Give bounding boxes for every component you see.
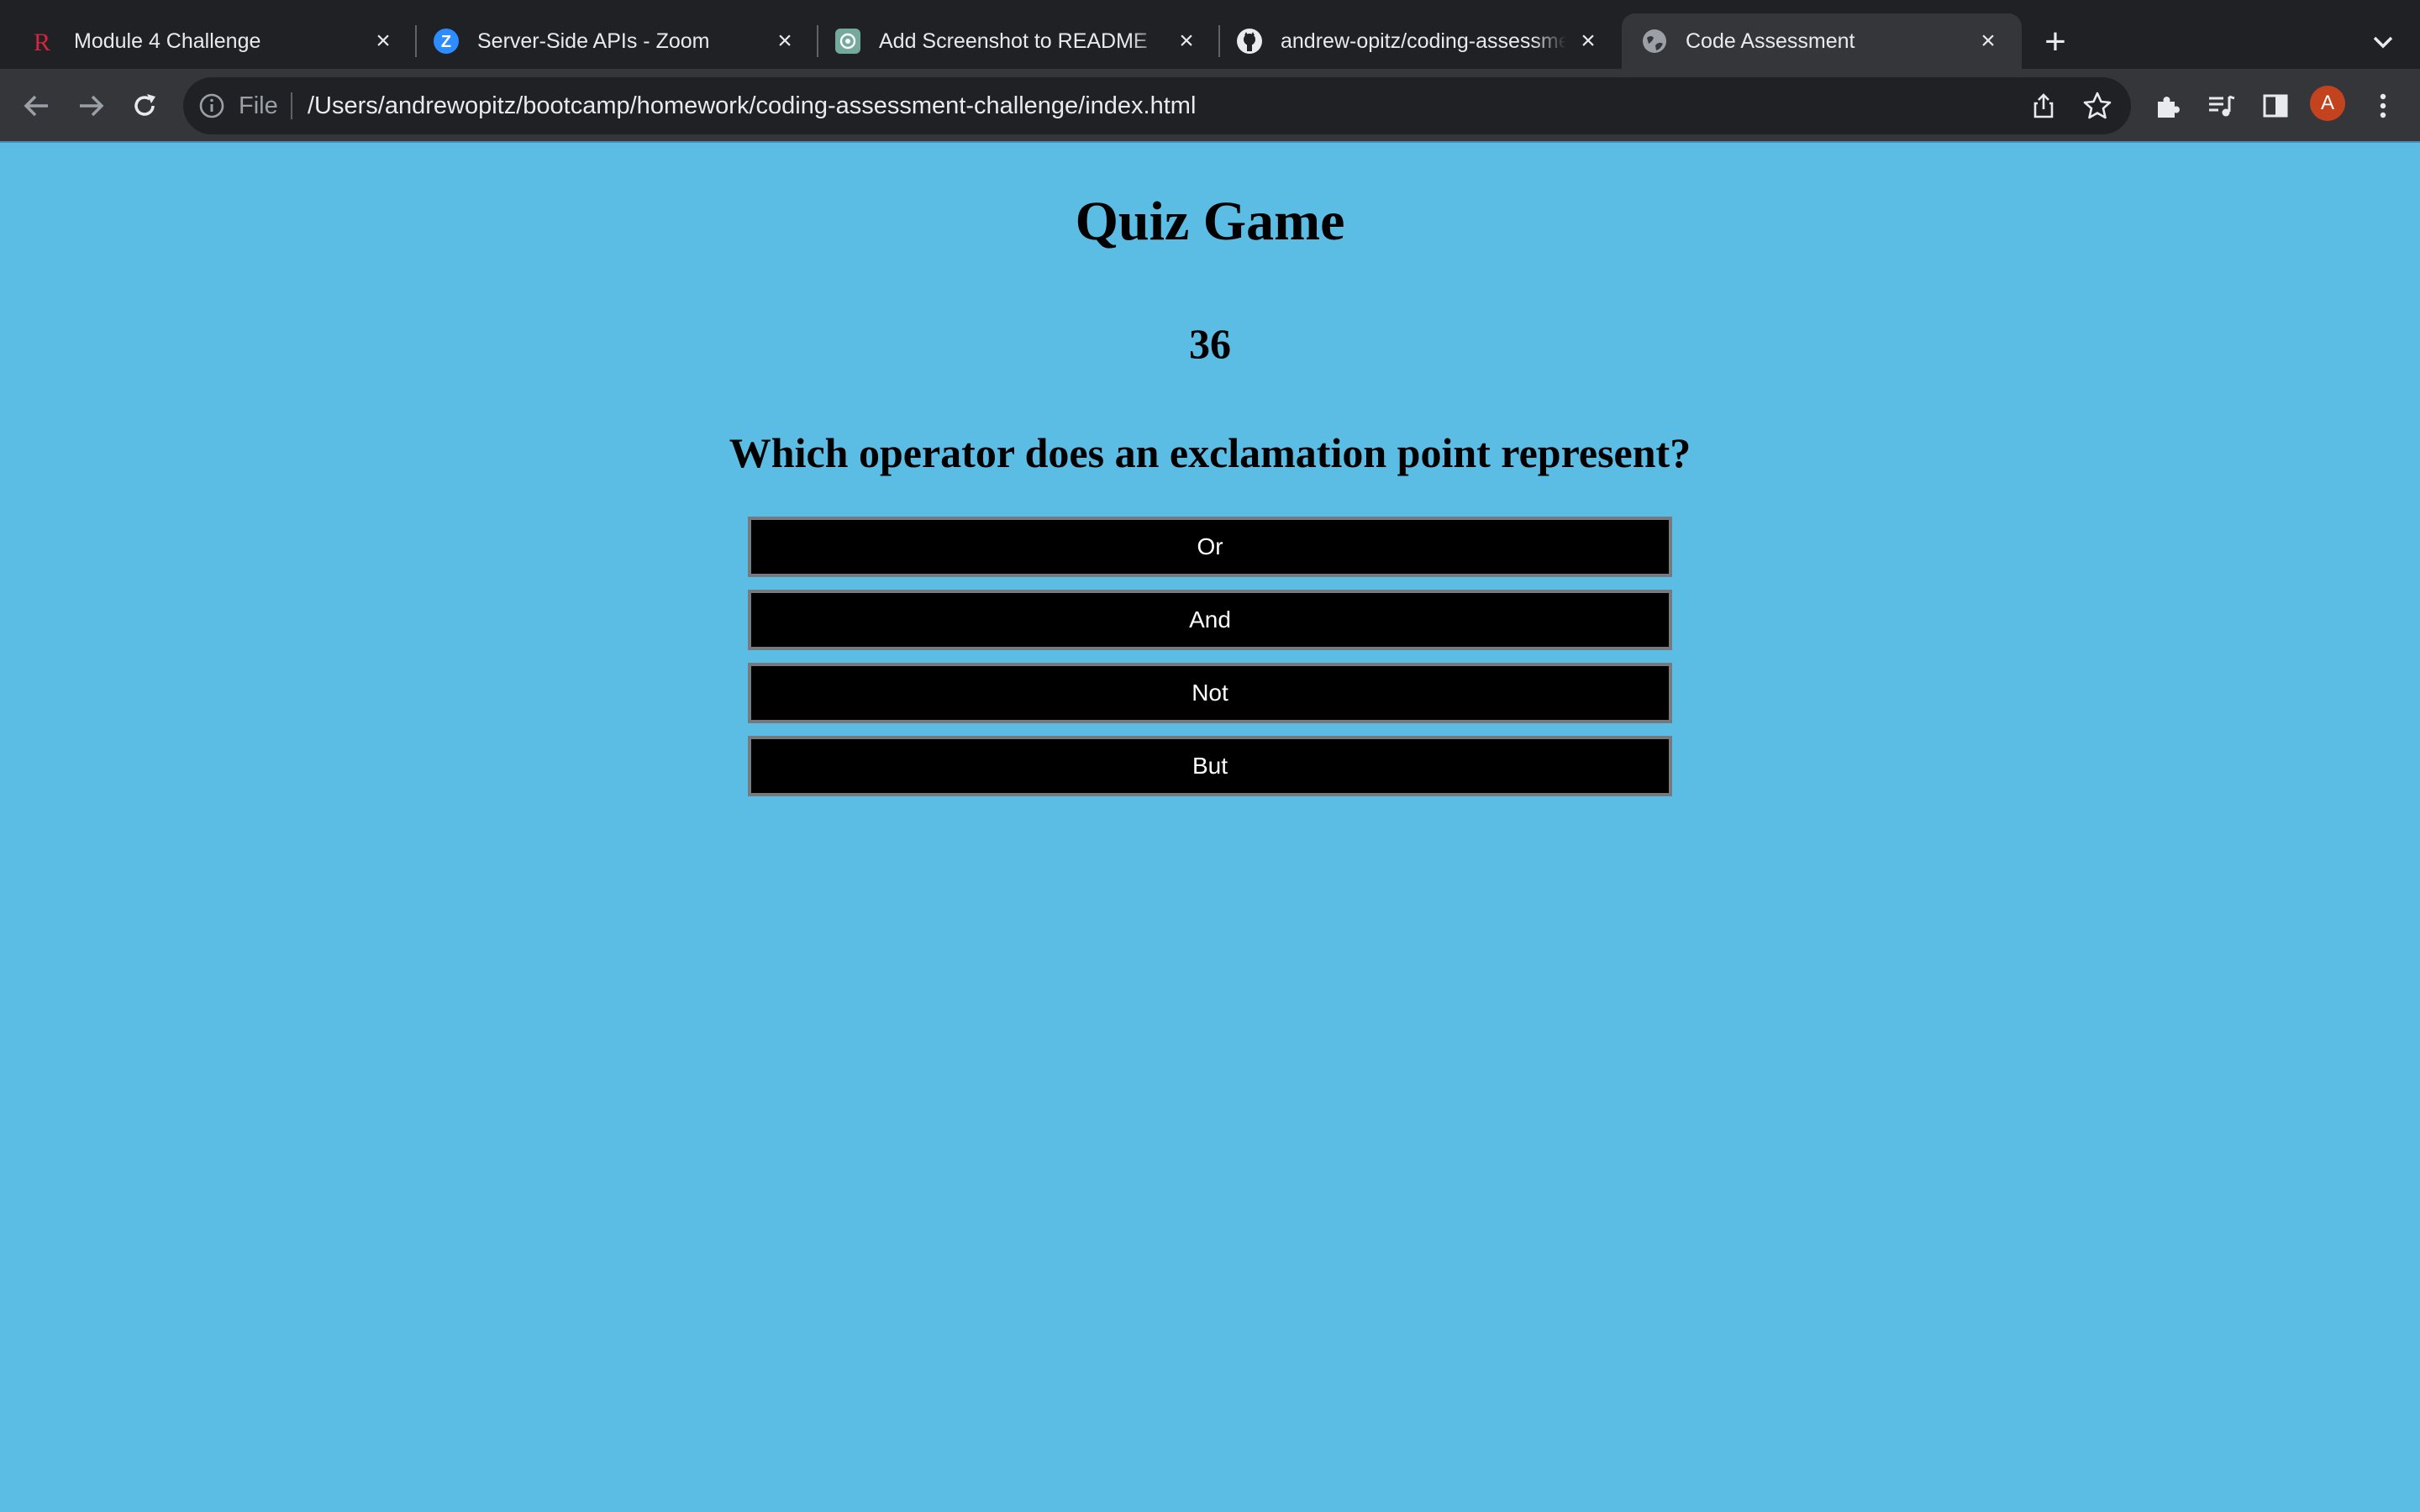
countdown-timer: 36 xyxy=(1189,320,1231,367)
r-logo-icon: R xyxy=(30,29,55,54)
tab-zoom[interactable]: Z Server-Side APIs - Zoom × xyxy=(417,13,818,69)
answer-button-and[interactable]: And xyxy=(748,590,1672,650)
reload-button[interactable] xyxy=(126,87,163,124)
tab-title: Server-Side APIs - Zoom xyxy=(477,29,710,53)
page-title: Quiz Game xyxy=(1075,191,1345,252)
address-bar[interactable]: File /Users/andrewopitz/bootcamp/homewor… xyxy=(183,77,2131,134)
tab-module-4-challenge[interactable]: R Module 4 Challenge × xyxy=(0,13,417,69)
tab-search-button[interactable] xyxy=(2366,25,2400,59)
media-queue-icon xyxy=(2209,95,2235,117)
chatgpt-icon xyxy=(835,29,860,54)
svg-text:Z: Z xyxy=(441,33,451,51)
answer-button-but[interactable]: But xyxy=(748,736,1672,796)
close-icon[interactable]: × xyxy=(1173,28,1200,55)
close-icon[interactable]: × xyxy=(1575,28,1602,55)
profile-avatar[interactable]: A xyxy=(2310,86,2345,121)
extensions-button[interactable] xyxy=(2149,87,2186,124)
zoom-icon: Z xyxy=(434,29,459,54)
bookmark-star-icon[interactable] xyxy=(2082,91,2112,121)
page-content: Quiz Game 36 Which operator does an excl… xyxy=(0,143,2420,1512)
answer-list: Or And Not But xyxy=(748,517,1672,809)
close-icon[interactable]: × xyxy=(1975,28,2002,55)
answer-button-not[interactable]: Not xyxy=(748,663,1672,723)
question-text: Which operator does an exclamation point… xyxy=(729,429,1691,476)
new-tab-button[interactable]: + xyxy=(2037,24,2074,60)
scheme-label: File xyxy=(239,92,278,119)
tab-add-screenshot[interactable]: Add Screenshot to README × xyxy=(818,13,1220,69)
reload-icon xyxy=(134,94,155,116)
chevron-down-icon xyxy=(2373,36,2393,49)
browser-menu-button[interactable] xyxy=(2365,87,2402,124)
info-icon[interactable] xyxy=(198,92,225,119)
share-icon[interactable] xyxy=(2028,91,2059,121)
svg-text:R: R xyxy=(34,29,50,54)
tab-code-assessment[interactable]: Code Assessment × xyxy=(1622,13,2022,69)
tab-title: andrew-opitz/coding-assessment-challenge xyxy=(1281,29,1566,53)
address-divider xyxy=(291,92,292,119)
side-panel-button[interactable] xyxy=(2257,87,2294,124)
side-panel-icon xyxy=(2263,94,2288,118)
tab-title: Code Assessment xyxy=(1686,29,1855,53)
tab-title: Module 4 Challenge xyxy=(74,29,261,53)
back-button[interactable] xyxy=(18,87,55,124)
url-text[interactable]: /Users/andrewopitz/bootcamp/homework/cod… xyxy=(308,77,1196,134)
puzzle-icon xyxy=(2158,97,2180,118)
tab-github-repo[interactable]: andrew-opitz/coding-assessment-challenge… xyxy=(1220,13,1622,69)
kebab-menu-icon xyxy=(2380,93,2386,118)
github-icon xyxy=(1237,29,1262,54)
globe-icon xyxy=(1642,29,1667,54)
browser-toolbar: File /Users/andrewopitz/bootcamp/homewor… xyxy=(0,69,2420,143)
forward-button[interactable] xyxy=(72,87,109,124)
forward-arrow-icon xyxy=(80,95,104,117)
close-icon[interactable]: × xyxy=(370,28,397,55)
back-arrow-icon xyxy=(24,95,48,117)
tab-title: Add Screenshot to README xyxy=(879,29,1148,53)
answer-button-or[interactable]: Or xyxy=(748,517,1672,577)
close-icon[interactable]: × xyxy=(771,28,798,55)
media-control-button[interactable] xyxy=(2203,87,2240,124)
